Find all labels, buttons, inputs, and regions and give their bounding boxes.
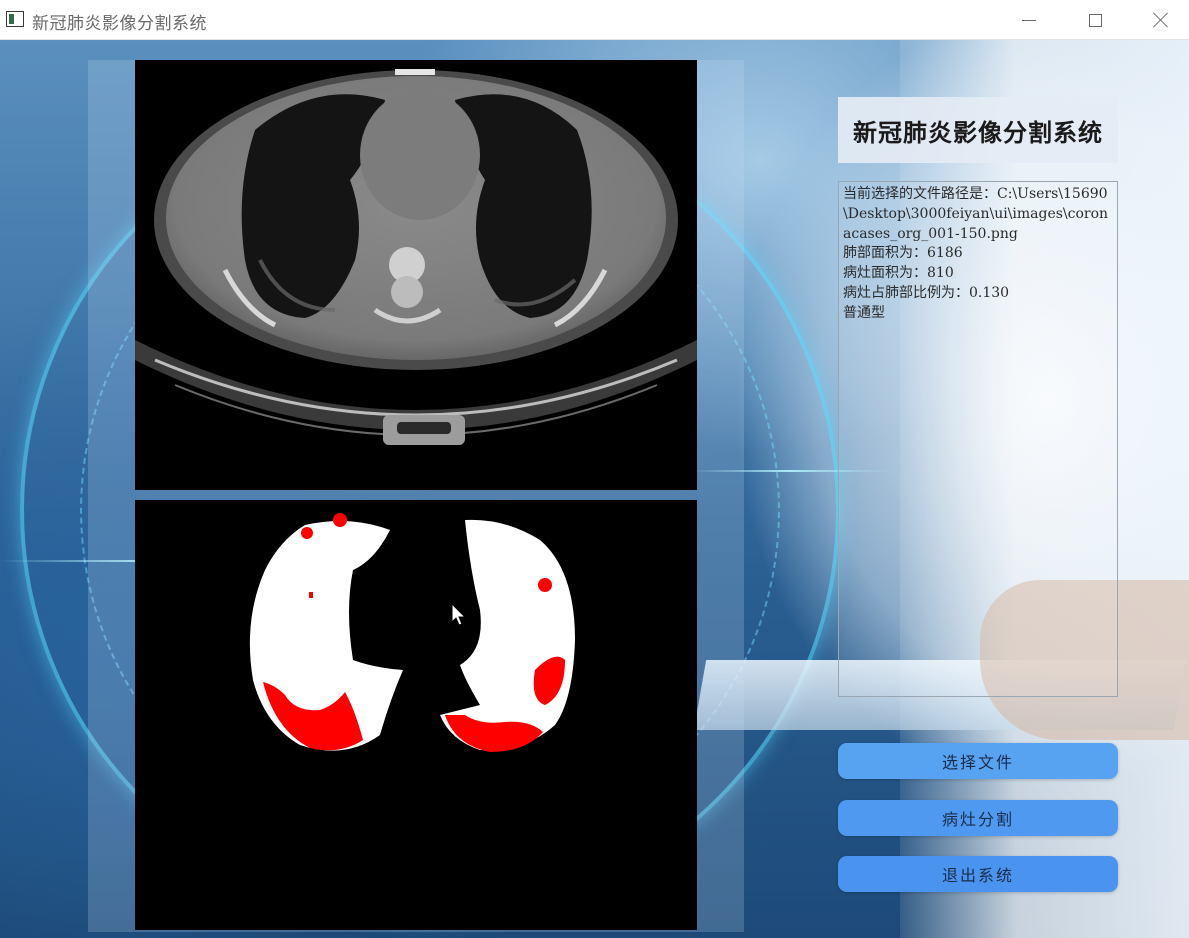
app-title-box: 新冠肺炎影像分割系统 bbox=[838, 97, 1118, 163]
segmentation-drawing bbox=[135, 500, 697, 930]
title-bar: 新冠肺炎影像分割系统 bbox=[0, 0, 1189, 40]
segmentation-result-image bbox=[135, 500, 697, 930]
app-icon bbox=[6, 11, 24, 27]
exit-system-button[interactable]: 退出系统 bbox=[838, 856, 1118, 892]
lesion-area-line: 病灶面积为：810 bbox=[843, 265, 954, 282]
ct-scan-image bbox=[135, 60, 697, 490]
minimize-icon bbox=[1022, 19, 1036, 21]
lung-area-line: 肺部面积为：6186 bbox=[843, 245, 963, 262]
app-title: 新冠肺炎影像分割系统 bbox=[853, 118, 1103, 147]
ct-scan-drawing bbox=[135, 60, 697, 490]
diagnosis-type-line: 普通型 bbox=[843, 304, 885, 321]
result-info-textbox[interactable]: 当前选择的文件路径是：C:\Users\15690\Desktop\3000fe… bbox=[838, 181, 1118, 697]
lesion-ratio-line: 病灶占肺部比例为：0.130 bbox=[843, 284, 1010, 301]
minimize-button[interactable] bbox=[996, 0, 1062, 40]
file-path-line: 当前选择的文件路径是：C:\Users\15690\Desktop\3000fe… bbox=[843, 186, 1109, 242]
close-button[interactable] bbox=[1128, 0, 1189, 40]
window-title: 新冠肺炎影像分割系统 bbox=[32, 14, 207, 34]
maximize-icon bbox=[1088, 13, 1102, 27]
close-icon bbox=[1153, 12, 1169, 28]
maximize-button[interactable] bbox=[1062, 0, 1128, 40]
main-window: 新冠肺炎影像分割系统 当前选择的文件路径是：C:\Users\15690\Des… bbox=[0, 40, 1189, 938]
select-file-button[interactable]: 选择文件 bbox=[838, 743, 1118, 779]
segment-lesion-button[interactable]: 病灶分割 bbox=[838, 800, 1118, 836]
